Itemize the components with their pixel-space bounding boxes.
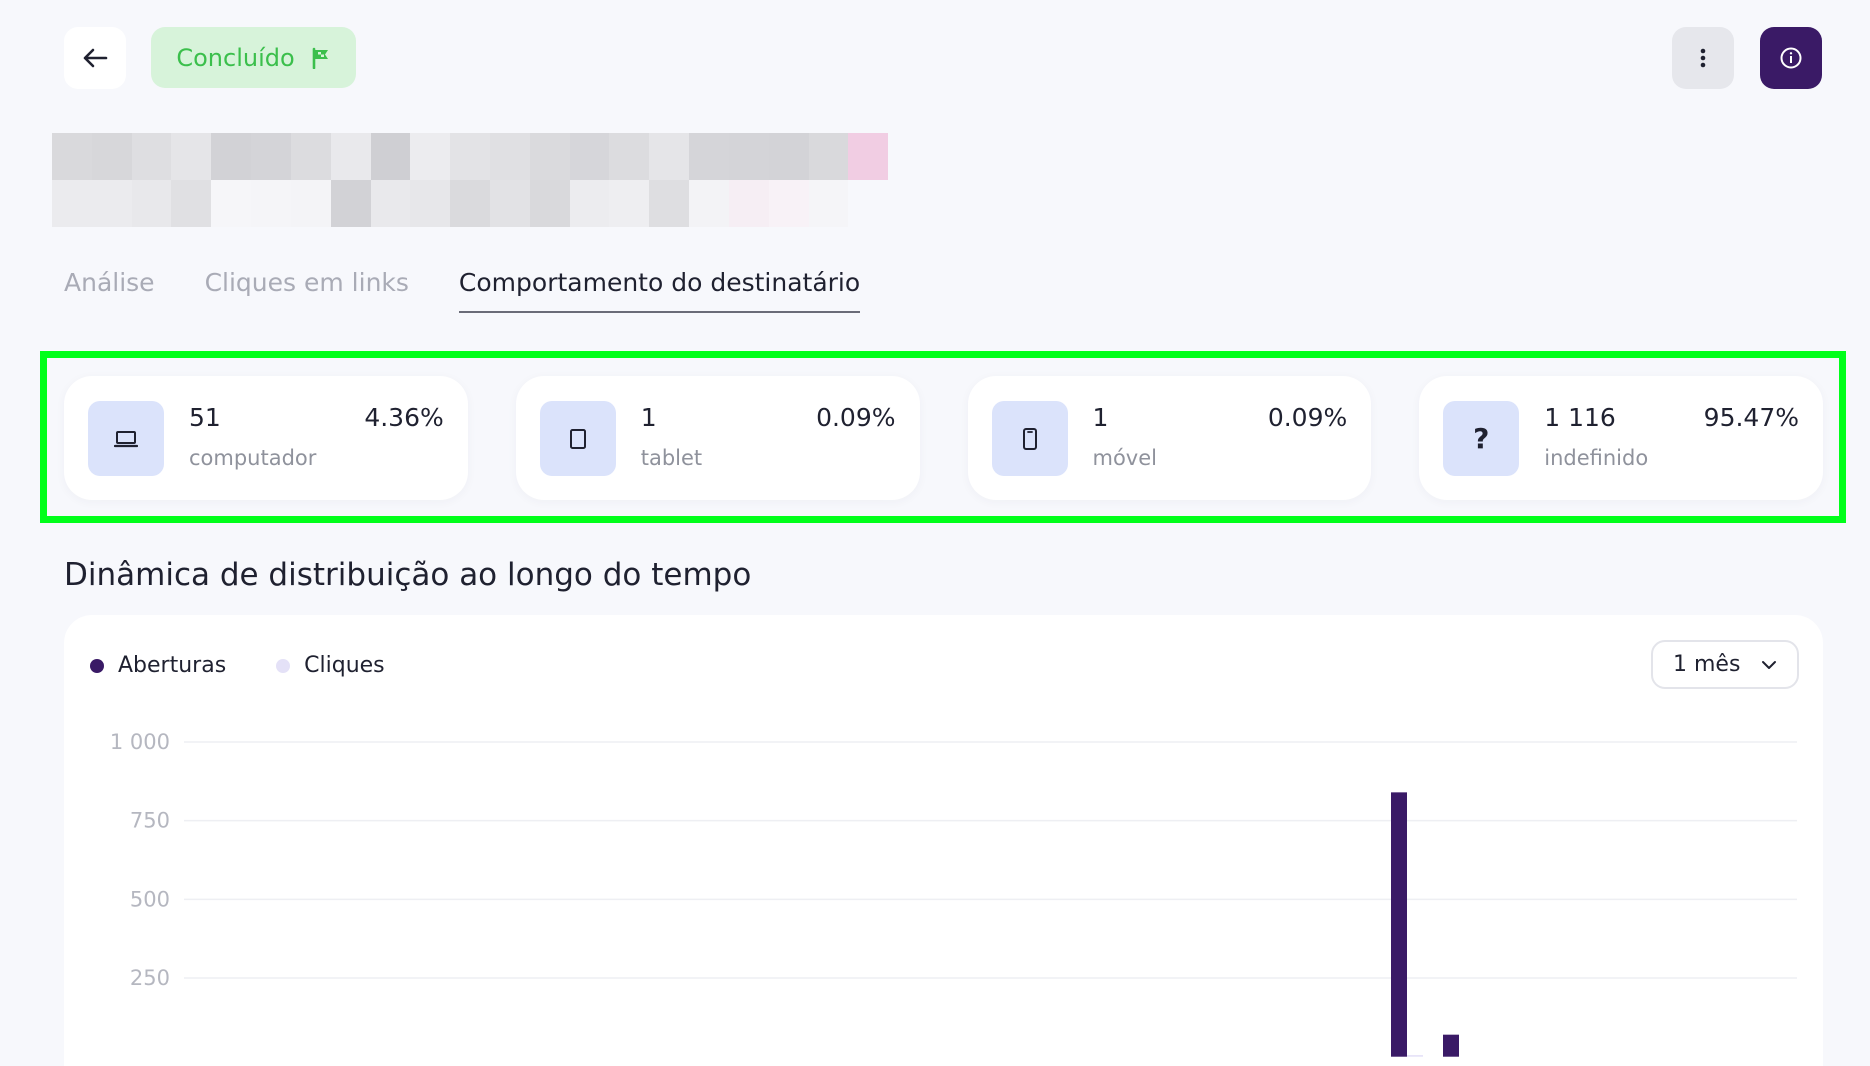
y-tick-label: 1 000	[110, 730, 170, 754]
tab-cliques-em-links[interactable]: Cliques em links	[205, 268, 409, 313]
device-label: indefinido	[1544, 446, 1649, 470]
section-title: Dinâmica de distribuição ao longo do tem…	[64, 557, 752, 593]
device-percent: 0.09%	[816, 403, 896, 432]
laptop-icon	[88, 401, 164, 476]
info-button[interactable]	[1760, 27, 1822, 89]
chevron-down-icon	[1762, 660, 1776, 669]
device-card-tablet: 1 tablet 0.09%	[515, 376, 920, 500]
distribution-chart: 1 000 750 500 250	[110, 730, 1797, 1057]
info-icon	[1780, 47, 1802, 69]
period-select[interactable]: 1 mês	[1651, 640, 1799, 689]
y-tick-label: 750	[130, 809, 170, 833]
phone-icon	[991, 401, 1068, 476]
question-icon: ?	[1443, 401, 1520, 476]
legend-label: Aberturas	[118, 653, 227, 678]
device-stats: 51 computador 4.36% 1 tablet 0.09% 1 móv…	[64, 376, 1823, 500]
device-label: móvel	[1092, 446, 1158, 470]
device-label: computador	[189, 446, 317, 470]
legend-dot-opens	[90, 658, 104, 673]
device-percent: 4.36%	[364, 403, 444, 432]
back-button[interactable]	[64, 27, 126, 89]
bar-aberturas[interactable]	[1391, 792, 1407, 1057]
status-badge: Concluído	[151, 27, 356, 88]
tab-analise[interactable]: Análise	[64, 268, 155, 313]
device-card-computer: 51 computador 4.36%	[64, 376, 468, 500]
device-count: 1	[640, 403, 657, 432]
tab-comportamento-do-destinatario[interactable]: Comportamento do destinatário	[458, 268, 861, 313]
device-percent: 0.09%	[1267, 403, 1348, 432]
period-value: 1 mês	[1673, 652, 1741, 677]
y-tick-label: 250	[130, 966, 170, 990]
more-vertical-icon	[1700, 48, 1706, 68]
tablet-icon	[539, 401, 616, 476]
device-count: 1	[1092, 403, 1109, 432]
device-percent: 95.47%	[1703, 403, 1799, 432]
device-card-undefined: ? 1 116 indefinido 95.47%	[1419, 376, 1823, 500]
device-count: 1 116	[1544, 403, 1616, 432]
legend-item-clicks[interactable]: Cliques	[276, 653, 385, 678]
legend-label: Cliques	[304, 653, 385, 678]
arrow-left-icon	[83, 48, 108, 68]
redacted-title	[52, 133, 928, 227]
distribution-chart-card: 1 000 750 500 250 Aberturas Cliques 1 mês	[64, 615, 1823, 1066]
device-card-mobile: 1 móvel 0.09%	[967, 376, 1372, 500]
device-count: 51	[189, 403, 221, 432]
tab-bar: Análise Cliques em links Comportamento d…	[64, 268, 861, 313]
flag-icon	[312, 47, 328, 69]
more-options-button[interactable]	[1672, 27, 1734, 89]
status-label: Concluído	[176, 43, 295, 72]
chart-legend: Aberturas Cliques	[90, 653, 385, 678]
legend-dot-clicks	[276, 658, 291, 673]
y-tick-label: 500	[130, 887, 170, 911]
bar-cliques[interactable]	[1407, 1055, 1423, 1057]
bar-aberturas[interactable]	[1443, 1034, 1459, 1057]
legend-item-opens[interactable]: Aberturas	[90, 653, 226, 678]
device-label: tablet	[640, 446, 703, 470]
